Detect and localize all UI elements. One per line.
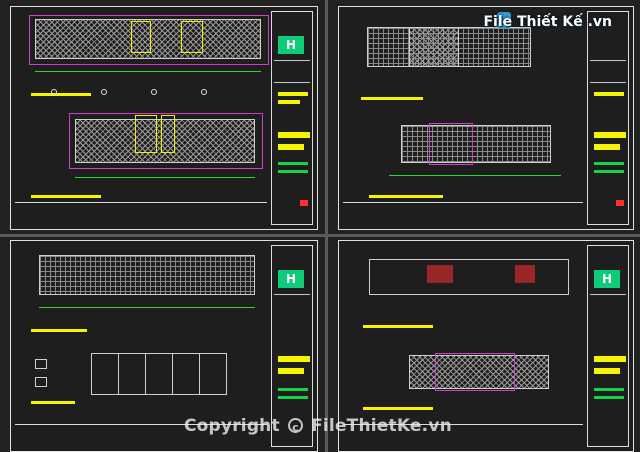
title-block-field — [594, 92, 624, 96]
title-block: H — [271, 11, 313, 225]
plan-caption — [31, 401, 75, 404]
title-block-field — [594, 162, 624, 165]
plan-caption — [31, 329, 87, 332]
sheet-bottom-strip — [15, 202, 267, 225]
plan-caption — [361, 97, 423, 100]
title-block — [587, 11, 629, 225]
title-block-field — [594, 144, 620, 150]
title-block-field — [594, 170, 624, 173]
grid-bubble — [151, 89, 157, 95]
watermark-prefix: Copyright — [184, 416, 280, 436]
title-block-field — [278, 356, 310, 362]
plan-caption — [363, 407, 433, 410]
brand-logo-text: File Thiết Kế .vn — [483, 14, 612, 30]
room-fill — [427, 265, 453, 283]
title-block-mark — [616, 200, 624, 206]
title-block-field — [278, 170, 308, 173]
title-block-field — [278, 388, 308, 391]
copyright-watermark: Copyright c FileThietKe.vn — [184, 416, 452, 436]
title-block-field — [278, 100, 300, 104]
plan-caption — [369, 195, 443, 198]
title-block: H — [587, 245, 629, 447]
outline-magenta — [29, 15, 269, 65]
watermark-suffix: FileThietKe.vn — [311, 416, 452, 436]
floor-plan-detail — [409, 27, 459, 67]
title-block-field — [594, 368, 620, 374]
title-block-field — [594, 388, 624, 391]
title-block-field — [594, 396, 624, 399]
room-fill — [515, 265, 535, 283]
plan-caption — [31, 93, 91, 96]
title-block-field — [278, 162, 308, 165]
sheet-separator-vertical — [325, 0, 328, 452]
detail-block — [35, 377, 47, 387]
drawing-sheet-top-right[interactable] — [338, 6, 634, 230]
title-block-field — [278, 132, 310, 138]
title-block-logo: H — [278, 270, 304, 288]
sheet-bottom-strip — [343, 202, 583, 225]
sheet-separator-horizontal — [0, 234, 640, 237]
elevation-frame — [91, 353, 227, 395]
outline-magenta — [435, 353, 515, 391]
cad-drawing-canvas[interactable]: H H H File Thiết Kế .vn Copyright c File… — [0, 0, 640, 452]
plan-caption — [31, 195, 101, 198]
grid-bubble — [201, 89, 207, 95]
title-block-field — [594, 132, 626, 138]
grid-bubble — [51, 89, 57, 95]
title-block-field — [278, 92, 308, 96]
dimension-line — [389, 175, 561, 176]
dimension-line — [35, 71, 261, 72]
plan-caption — [363, 325, 433, 328]
outline-magenta — [429, 123, 473, 165]
title-block-mark — [300, 200, 308, 206]
title-block-logo: H — [594, 270, 620, 288]
dimension-line — [39, 307, 255, 308]
dimension-line — [75, 177, 255, 178]
floor-plan-upper — [369, 259, 569, 295]
title-block-logo: H — [278, 36, 304, 54]
title-block-field — [278, 396, 308, 399]
floor-plan-upper — [39, 255, 255, 295]
detail-block — [35, 359, 47, 369]
title-block-field — [278, 144, 304, 150]
title-block-field — [278, 368, 304, 374]
copyright-icon: c — [287, 418, 303, 434]
floor-plan-lower — [401, 125, 551, 163]
title-block-field — [594, 356, 626, 362]
drawing-sheet-top-left[interactable]: H — [10, 6, 318, 230]
grid-bubble — [101, 89, 107, 95]
outline-magenta — [69, 113, 263, 169]
